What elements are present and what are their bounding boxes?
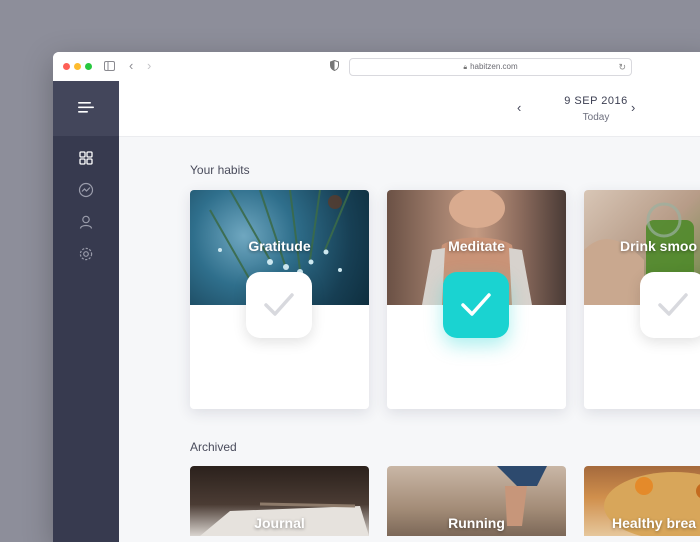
checkmark-icon (658, 293, 688, 316)
sidebar (53, 81, 119, 542)
habit-check-button[interactable] (640, 272, 700, 338)
archived-card-journal[interactable]: Journal (190, 466, 369, 536)
settings-icon[interactable] (77, 245, 95, 263)
url-text: habitzen.com (470, 62, 518, 71)
close-window-button[interactable] (63, 63, 70, 70)
archived-card-running[interactable]: Running (387, 466, 566, 536)
reload-icon[interactable]: ↻ (618, 59, 626, 75)
archived-card-healthy-breakfast[interactable]: Healthy brea (584, 466, 700, 536)
habit-card-meditate[interactable]: Meditate (387, 190, 566, 409)
back-arrow-icon[interactable]: ‹ (129, 59, 133, 73)
habit-name: Meditate (448, 238, 505, 254)
habit-check-button[interactable] (443, 272, 509, 338)
profile-icon[interactable] (77, 213, 95, 231)
archived-section-title: Archived (190, 440, 237, 454)
archived-habit-name: Journal (254, 515, 305, 531)
habits-section-title: Your habits (190, 163, 250, 177)
dashboard-icon[interactable] (77, 149, 95, 167)
checkmark-icon (264, 293, 294, 316)
date-header: ‹ 9 SEP 2016 Today › (119, 81, 700, 137)
next-day-chevron-icon[interactable]: › (631, 100, 635, 115)
archived-habit-name: Healthy brea (612, 515, 697, 531)
current-date: 9 SEP 2016 (564, 95, 628, 107)
previous-day-chevron-icon[interactable]: ‹ (517, 100, 521, 115)
browser-window: ‹ › 🔒︎ habitzen.com ↻ ‹ 9 SEP 2016 Today… (53, 52, 700, 542)
habit-card-gratitude[interactable]: Gratitude (190, 190, 369, 409)
checkmark-icon (461, 293, 491, 316)
address-bar[interactable]: 🔒︎ habitzen.com ↻ (349, 58, 632, 76)
habit-check-button[interactable] (246, 272, 312, 338)
lock-icon: 🔒︎ (463, 64, 468, 71)
sidebar-header (53, 81, 119, 136)
habit-card-drink-smoothie[interactable]: Drink smoo (584, 190, 700, 409)
maximize-window-button[interactable] (85, 63, 92, 70)
browser-titlebar: ‹ › 🔒︎ habitzen.com ↻ (53, 52, 700, 82)
habit-name: Drink smoo (620, 238, 698, 254)
stats-icon[interactable] (77, 181, 95, 199)
habit-name: Gratitude (248, 238, 311, 254)
shield-icon[interactable] (330, 60, 339, 71)
menu-icon[interactable] (78, 101, 94, 115)
forward-arrow-icon[interactable]: › (147, 59, 151, 73)
sidebar-toggle-icon[interactable] (104, 61, 115, 71)
archived-habit-name: Running (448, 515, 505, 531)
date-sublabel: Today (582, 112, 610, 123)
minimize-window-button[interactable] (74, 63, 81, 70)
